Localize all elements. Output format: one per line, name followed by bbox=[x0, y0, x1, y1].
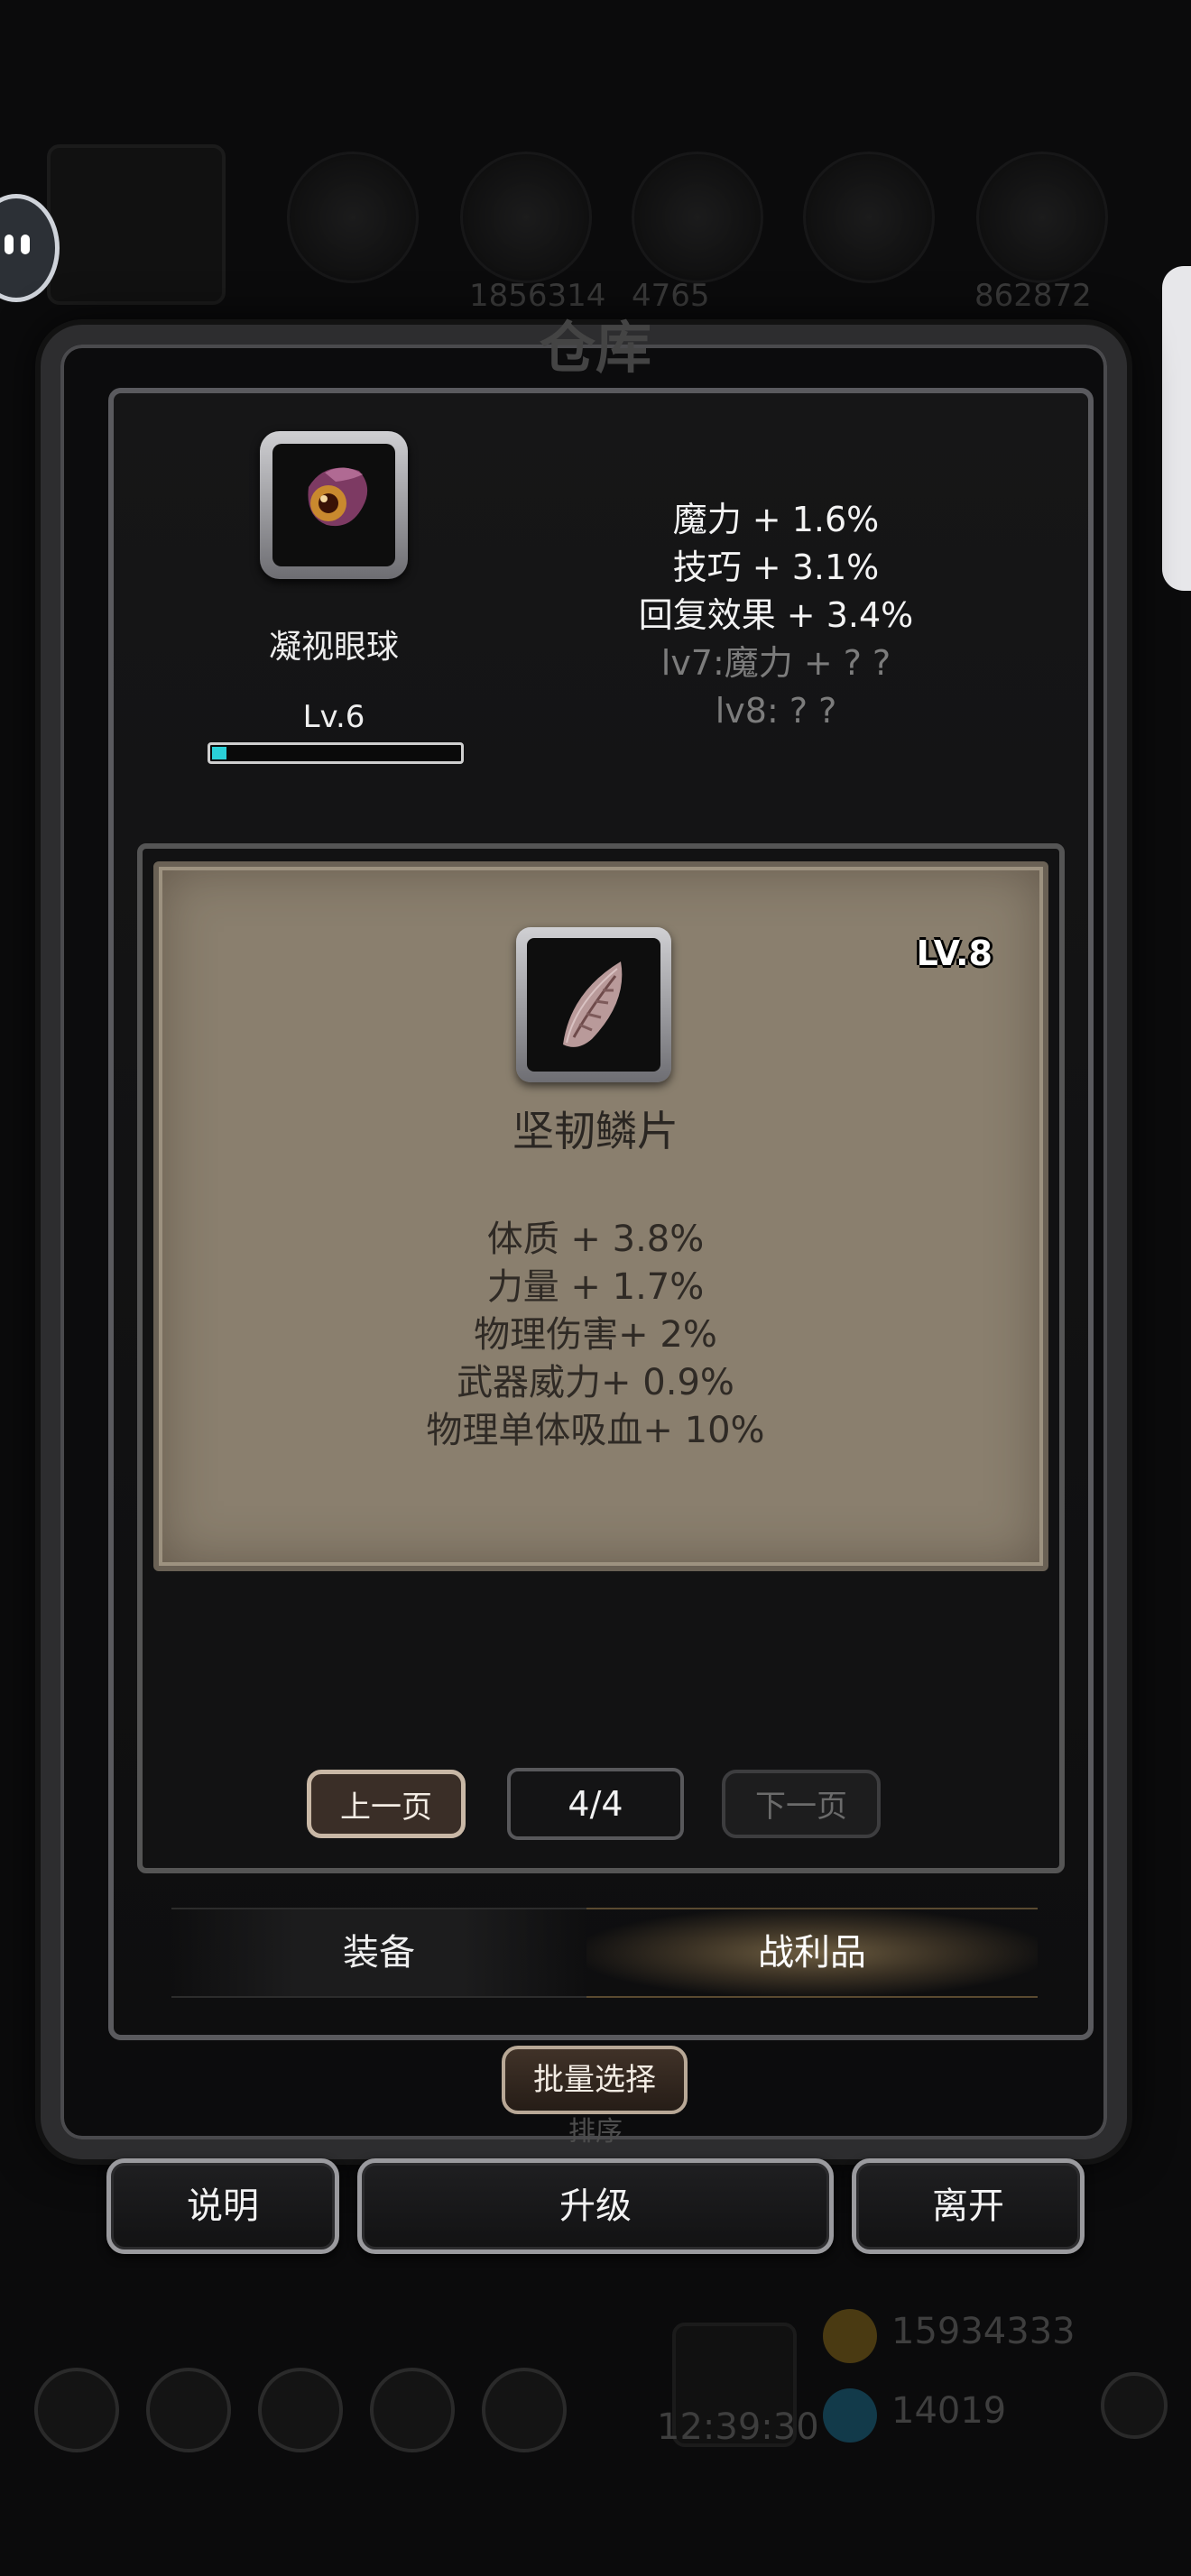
scale-icon bbox=[527, 938, 660, 1072]
selected-item-level: Lv.6 bbox=[302, 699, 365, 735]
bg-skill-slot-icon bbox=[976, 152, 1108, 283]
stat-line: 力量 + 1.7% bbox=[486, 1266, 705, 1308]
bg-menu-icon bbox=[482, 2368, 567, 2452]
sort-button: 排序 bbox=[568, 2116, 623, 2148]
stat-line: 技巧 + 3.1% bbox=[672, 547, 880, 587]
locked-stat-line: lv8: ? ? bbox=[715, 691, 837, 731]
gold-amount: 15934333 bbox=[891, 2311, 1076, 2352]
bg-skill-slot-icon bbox=[460, 152, 592, 283]
stat-line: 物理伤害+ 2% bbox=[474, 1314, 717, 1356]
batch-select-button[interactable]: 批量选择 bbox=[502, 2046, 688, 2114]
bg-menu-icon bbox=[146, 2368, 231, 2452]
next-page-button[interactable]: 下一页 bbox=[722, 1770, 881, 1838]
bg-clock: 12:39:30 bbox=[657, 2406, 819, 2448]
page-indicator: 4/4 bbox=[507, 1768, 684, 1840]
stat-line: 魔力 + 1.6% bbox=[672, 500, 880, 539]
detail-item-level: LV.8 bbox=[916, 934, 992, 973]
selected-item-name: 凝视眼球 bbox=[268, 629, 399, 666]
info-button[interactable]: 说明 bbox=[106, 2158, 339, 2254]
bg-menu-icon bbox=[34, 2368, 119, 2452]
bg-stat-number: 862872 bbox=[974, 278, 1092, 314]
side-pull-tab[interactable] bbox=[1162, 266, 1191, 591]
bg-skill-slot-icon bbox=[803, 152, 935, 283]
level-progress-fill bbox=[212, 747, 227, 759]
locked-stat-line: lv7:魔力 + ? ? bbox=[660, 643, 891, 683]
window-title: 仓库 bbox=[539, 315, 651, 381]
bg-add-icon bbox=[1101, 2372, 1168, 2439]
stat-line: 体质 + 3.8% bbox=[486, 1219, 705, 1260]
bg-portrait-slot bbox=[47, 144, 226, 305]
bg-menu-icon bbox=[370, 2368, 455, 2452]
bg-menu-icon bbox=[258, 2368, 343, 2452]
bg-skill-slot-icon bbox=[287, 152, 419, 283]
stat-line: 回复效果 + 3.4% bbox=[638, 595, 914, 635]
tab-loot[interactable]: 战利品 bbox=[586, 1908, 1038, 1998]
selected-item-slot[interactable] bbox=[260, 431, 408, 579]
tab-equipment[interactable]: 装备 bbox=[171, 1908, 586, 1998]
leave-button[interactable]: 离开 bbox=[852, 2158, 1085, 2254]
gem-amount: 14019 bbox=[891, 2390, 1007, 2432]
upgrade-button[interactable]: 升级 bbox=[357, 2158, 834, 2254]
eyeball-icon bbox=[272, 444, 395, 566]
detail-item-stats: 体质 + 3.8% 力量 + 1.7% 物理伤害+ 2% 武器威力+ 0.9% … bbox=[334, 1216, 857, 1455]
stat-line: 物理单体吸血+ 10% bbox=[426, 1410, 765, 1451]
gold-coin-icon bbox=[823, 2309, 877, 2363]
level-progress-bar bbox=[208, 742, 464, 764]
stat-line: 武器威力+ 0.9% bbox=[457, 1362, 734, 1403]
gem-icon bbox=[823, 2388, 877, 2443]
detail-item-name: 坚韧鳞片 bbox=[512, 1107, 679, 1155]
bg-skill-slot-icon bbox=[632, 152, 763, 283]
prev-page-button[interactable]: 上一页 bbox=[307, 1770, 466, 1838]
selected-item-stats: 魔力 + 1.6% 技巧 + 3.1% 回复效果 + 3.4% lv7:魔力 +… bbox=[559, 496, 992, 735]
detail-item-slot[interactable] bbox=[516, 927, 671, 1082]
